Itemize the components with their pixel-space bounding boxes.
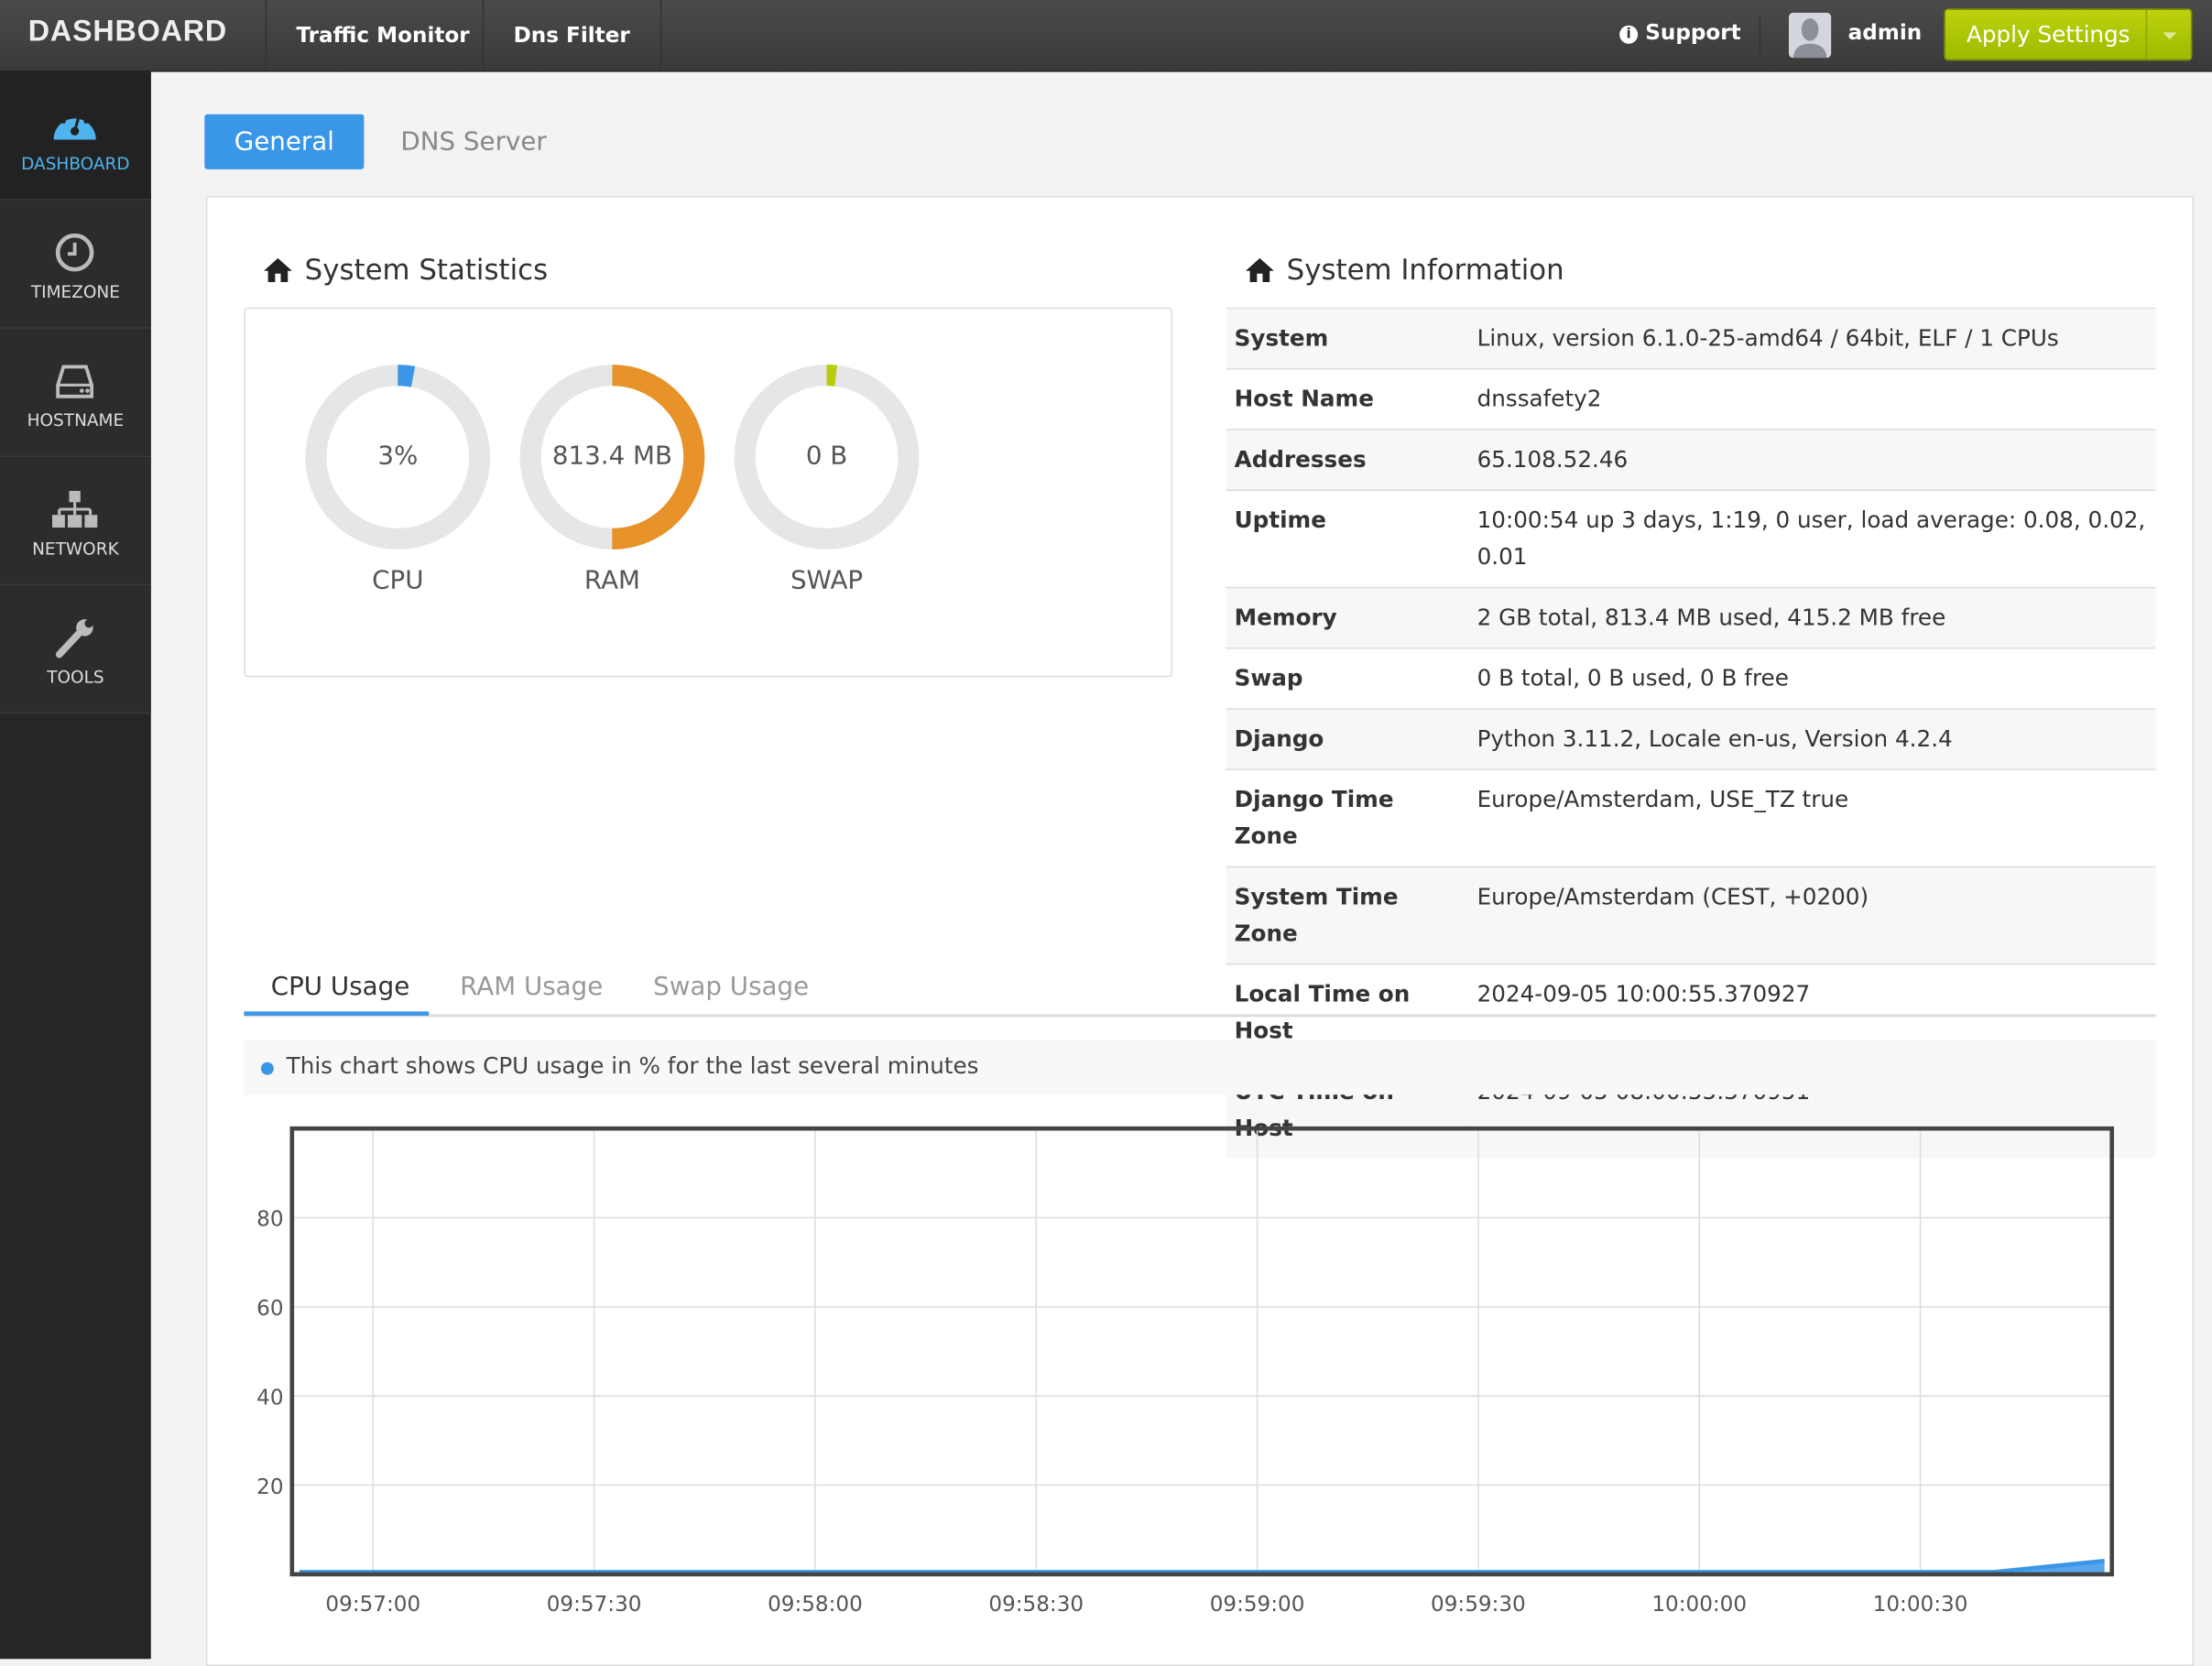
tab-cpu-usage[interactable]: CPU Usage (271, 972, 410, 1001)
info-key: Uptime (1226, 489, 1469, 588)
gauge-value: 813.4 MB (551, 441, 673, 472)
info-icon: i (1619, 25, 1639, 44)
home-icon (264, 257, 292, 283)
sidebar-label: TOOLS (47, 667, 104, 688)
sidebar: DASHBOARD TIMEZONE HOSTNAME NETWORK TOOL… (0, 71, 151, 1660)
sidebar-item-tools[interactable]: TOOLS (0, 585, 151, 714)
y-tick-label: 60 (256, 1297, 283, 1321)
apply-settings-label: Apply Settings (1967, 21, 2130, 49)
support-label: Support (1645, 19, 1741, 46)
sidebar-label: TIMEZONE (30, 282, 120, 302)
system-information-heading: System Information (1245, 252, 1564, 287)
sidebar-item-network[interactable]: NETWORK (0, 457, 151, 586)
x-tick-label: 09:57:00 (325, 1593, 420, 1617)
cpu-usage-chart: 20 40 60 80 09:57:00 09:57:30 09:58:00 09:58:30… (256, 1126, 2114, 1617)
info-key: System (1226, 307, 1469, 369)
apply-settings-button[interactable]: Apply Settings (1944, 8, 2193, 61)
gauge-label: SWAP (790, 565, 864, 595)
info-value: Python 3.11.2, Locale en-us, Version 4.2… (1468, 708, 2156, 770)
info-key: Addresses (1226, 429, 1469, 491)
table-row: System Time Zone Europe/Amsterdam (CEST, … (1226, 866, 2156, 964)
info-key: System Time Zone (1226, 866, 1469, 964)
info-value: 65.108.52.46 (1468, 429, 2156, 491)
chart-note-text: This chart shows CPU usage in % for the … (286, 1051, 979, 1080)
table-row: Django Time Zone Europe/Amsterdam, USE_TZ… (1226, 768, 2156, 867)
home-icon (1245, 257, 1274, 283)
chart-tabs: CPU Usage RAM Usage Swap Usage (244, 964, 2156, 1018)
plot-border (289, 1126, 2114, 1577)
system-info-table: System Linux, version 6.1.0-25-amd64 / 64… (1226, 307, 2156, 1159)
tab-general[interactable]: General (204, 114, 365, 169)
legend-dot-icon (260, 1062, 274, 1075)
support-link[interactable]: i Support (1619, 19, 1741, 46)
dashboard-icon (53, 110, 96, 140)
x-tick-label: 10:00:30 (1873, 1593, 1968, 1617)
table-row: Django Python 3.11.2, Locale en-us, Versi… (1226, 708, 2156, 770)
avatar[interactable] (1788, 12, 1832, 59)
cpu-line (299, 1558, 2105, 1574)
gauge-swap: 0 B SWAP (732, 363, 921, 595)
chart-note: This chart shows CPU usage in % for the … (244, 1040, 2156, 1095)
info-value: 10:00:54 up 3 days, 1:19, 0 user, load a… (1468, 489, 2156, 588)
clock-icon (55, 233, 94, 272)
x-tick-label: 09:59:30 (1431, 1593, 1526, 1617)
info-value: Europe/Amsterdam (CEST, +0200) (1468, 866, 2156, 964)
nav-traffic-monitor[interactable]: Traffic Monitor (265, 0, 499, 71)
info-key: Django (1226, 708, 1469, 770)
top-navbar: DASHBOARD Traffic Monitor Dns Filter i S… (0, 0, 2212, 72)
gauge-value: 0 B (805, 441, 848, 472)
tab-swap-usage[interactable]: Swap Usage (653, 972, 809, 1001)
info-value: Europe/Amsterdam, USE_TZ true (1468, 768, 2156, 867)
sitemap-icon (51, 490, 98, 528)
info-key: Host Name (1226, 367, 1469, 430)
heading-text: System Information (1286, 252, 1564, 287)
y-tick-label: 80 (256, 1208, 283, 1232)
sidebar-label: HOSTNAME (27, 410, 125, 430)
sidebar-item-timezone[interactable]: TIMEZONE (0, 200, 151, 329)
info-value: dnssafety2 (1468, 367, 2156, 430)
table-row: System Linux, version 6.1.0-25-amd64 / 64… (1226, 307, 2156, 369)
sidebar-label: NETWORK (32, 539, 119, 559)
table-row: Swap 0 B total, 0 B used, 0 B free (1226, 647, 2156, 709)
table-row: Uptime 10:00:54 up 3 days, 1:19, 0 user, … (1226, 489, 2156, 588)
table-row: Addresses 65.108.52.46 (1226, 429, 2156, 491)
table-row: Host Name dnssafety2 (1226, 367, 2156, 430)
tab-dns-server[interactable]: DNS Server (400, 114, 546, 169)
table-row: Memory 2 GB total, 813.4 MB used, 415.2 M… (1226, 586, 2156, 648)
gauge-ram: 813.4 MB RAM (518, 363, 706, 595)
system-statistics-heading: System Statistics (264, 252, 549, 287)
x-tick-label: 10:00:00 (1651, 1593, 1747, 1617)
info-value: Linux, version 6.1.0-25-amd64 / 64bit, E… (1468, 307, 2156, 369)
y-tick-label: 20 (256, 1475, 283, 1499)
tab-ram-usage[interactable]: RAM Usage (460, 972, 603, 1001)
x-tick-label: 09:59:00 (1210, 1593, 1305, 1617)
brand-logo[interactable]: DASHBOARD (28, 16, 227, 49)
info-value: 2 GB total, 813.4 MB used, 415.2 MB free (1468, 586, 2156, 648)
gauge-cpu: 3% CPU (303, 363, 492, 595)
info-value: 0 B total, 0 B used, 0 B free (1468, 647, 2156, 709)
gauge-label: RAM (583, 565, 640, 595)
statistics-box: 3% CPU 813.4 MB RAM 0 B SWAP (244, 307, 1172, 678)
wrench-icon (55, 619, 93, 659)
gauge-label: CPU (372, 565, 424, 595)
x-tick-label: 09:58:30 (988, 1593, 1084, 1617)
nav-dns-filter[interactable]: Dns Filter (482, 0, 661, 71)
info-key: Django Time Zone (1226, 768, 1469, 867)
sidebar-label: DASHBOARD (21, 153, 130, 174)
info-key: Swap (1226, 647, 1469, 709)
divider (1759, 16, 1761, 54)
heading-text: System Statistics (304, 252, 549, 287)
x-tick-label: 09:58:00 (768, 1593, 863, 1617)
x-tick-label: 09:57:30 (547, 1593, 642, 1617)
hard-drive-icon (56, 365, 94, 398)
gauge-value: 3% (377, 441, 419, 472)
user-icon (1792, 18, 1827, 59)
chevron-down-icon[interactable] (2145, 9, 2191, 60)
active-tab-indicator (244, 1011, 430, 1016)
sidebar-item-dashboard[interactable]: DASHBOARD (0, 71, 151, 201)
info-key: Memory (1226, 586, 1469, 648)
sidebar-item-hostname[interactable]: HOSTNAME (0, 328, 151, 458)
y-tick-label: 40 (256, 1386, 283, 1410)
user-name[interactable]: admin (1848, 20, 1923, 46)
